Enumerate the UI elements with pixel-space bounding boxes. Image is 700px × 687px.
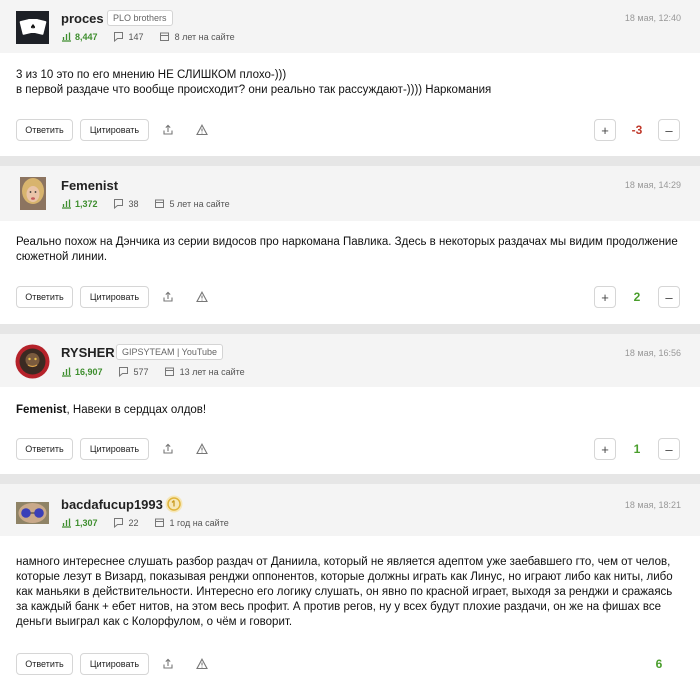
member-since: 5 лет на сайте — [169, 198, 230, 209]
comments-count: 22 — [128, 517, 139, 528]
comment-score: 6 — [655, 657, 663, 671]
comments-count-icon — [113, 198, 124, 210]
comments-count: 577 — [133, 366, 149, 377]
comment-text: намного интереснее слушать разбор раздач… — [16, 556, 673, 628]
user-stats: 1,372 38 5 лет на сайте — [61, 198, 230, 210]
comment-score: 2 — [633, 290, 641, 304]
comment-header: Femenist 18 мая, 14:29 1,372 38 5 лет на… — [0, 166, 700, 221]
downvote-button[interactable]: – — [658, 119, 680, 141]
share-icon[interactable] — [161, 290, 175, 304]
username[interactable]: bacdafucup1993 — [61, 497, 163, 512]
comment-text: Реально похож на Дэнчика из серии видосо… — [16, 236, 678, 263]
comment-header: ♠ proces PLO brothers 18 мая, 12:40 8,44… — [0, 0, 700, 53]
username[interactable]: Femenist — [61, 178, 118, 193]
quote-button[interactable]: Цитировать — [80, 438, 149, 460]
user-rating: 16,907 — [75, 366, 103, 377]
quote-button[interactable]: Цитировать — [80, 286, 149, 308]
comment-score: -3 — [631, 123, 643, 137]
comments-count: 38 — [128, 198, 139, 209]
report-warning-icon[interactable] — [195, 123, 209, 137]
reply-button[interactable]: Ответить — [16, 438, 73, 460]
comment-card: RYSHER GIPSYTEAM | YouTube 18 мая, 16:56… — [0, 334, 700, 474]
user-rating: 1,372 — [75, 198, 98, 209]
comment-card: ♠ proces PLO brothers 18 мая, 12:40 8,44… — [0, 0, 700, 156]
comments-count-icon — [113, 31, 124, 43]
svg-text:♠: ♠ — [30, 23, 36, 31]
comment-date: 18 мая, 12:40 — [624, 13, 681, 23]
quote-button[interactable]: Цитировать — [80, 653, 149, 675]
username[interactable]: RYSHER — [61, 345, 115, 360]
downvote-button[interactable]: – — [658, 438, 680, 460]
share-icon[interactable] — [161, 123, 175, 137]
comment-date: 18 мая, 18:21 — [624, 500, 681, 510]
username[interactable]: proces — [61, 11, 104, 26]
medal-icon — [165, 495, 183, 518]
comment-score: 1 — [633, 442, 641, 456]
report-warning-icon[interactable] — [195, 290, 209, 304]
report-warning-icon[interactable] — [195, 442, 209, 456]
rating-chart-icon — [61, 198, 72, 209]
sunglasses-avatar-icon[interactable] — [16, 502, 49, 524]
user-stats: 1,307 22 1 год на сайте — [61, 517, 229, 529]
share-icon[interactable] — [161, 657, 175, 671]
report-warning-icon[interactable] — [195, 657, 209, 671]
comments-count-icon — [118, 366, 129, 378]
calendar-icon — [154, 517, 165, 528]
comment-text: Femenist, Навеки в сердцах олдов! — [16, 404, 207, 416]
upvote-button[interactable]: + — [594, 119, 616, 141]
rating-chart-icon — [61, 517, 72, 528]
comment-header: bacdafucup1993 18 мая, 18:21 1,307 22 1 … — [0, 484, 700, 536]
comments-count-icon — [113, 517, 124, 529]
user-photo-avatar-icon[interactable] — [20, 177, 46, 210]
upvote-button[interactable]: + — [594, 438, 616, 460]
calendar-icon — [154, 198, 165, 209]
comment-date: 18 мая, 14:29 — [624, 180, 681, 190]
share-icon[interactable] — [161, 442, 175, 456]
reply-button[interactable]: Ответить — [16, 653, 73, 675]
comment-text: 3 из 10 это по его мнению НЕ СЛИШКОМ пло… — [16, 69, 492, 96]
user-rating: 8,447 — [75, 31, 98, 42]
member-since: 8 лет на сайте — [174, 31, 235, 42]
member-since: 13 лет на сайте — [179, 366, 245, 377]
playing-cards-avatar-icon[interactable]: ♠ — [16, 11, 49, 44]
calendar-icon — [164, 366, 175, 377]
user-stats: 8,447 147 8 лет на сайте — [61, 31, 235, 43]
rating-chart-icon — [61, 366, 72, 377]
user-stats: 16,907 577 13 лет на сайте — [61, 366, 245, 378]
comment-card: Femenist 18 мая, 14:29 1,372 38 5 лет на… — [0, 166, 700, 324]
upvote-button[interactable]: + — [594, 286, 616, 308]
reply-button[interactable]: Ответить — [16, 119, 73, 141]
reply-button[interactable]: Ответить — [16, 286, 73, 308]
rating-chart-icon — [61, 31, 72, 42]
downvote-button[interactable]: – — [658, 286, 680, 308]
user-badge: GIPSYTEAM | YouTube — [116, 344, 224, 360]
comment-header: RYSHER GIPSYTEAM | YouTube 18 мая, 16:56… — [0, 334, 700, 387]
member-since: 1 год на сайте — [169, 517, 229, 528]
round-emblem-avatar-icon[interactable] — [15, 344, 50, 379]
comments-count: 147 — [128, 31, 144, 42]
quote-button[interactable]: Цитировать — [80, 119, 149, 141]
comment-date: 18 мая, 16:56 — [624, 348, 681, 358]
user-rating: 1,307 — [75, 517, 98, 528]
mention-link[interactable]: Femenist — [16, 404, 67, 416]
user-badge: PLO brothers — [107, 10, 173, 26]
comment-card: bacdafucup1993 18 мая, 18:21 1,307 22 1 … — [0, 484, 700, 687]
calendar-icon — [159, 31, 170, 42]
